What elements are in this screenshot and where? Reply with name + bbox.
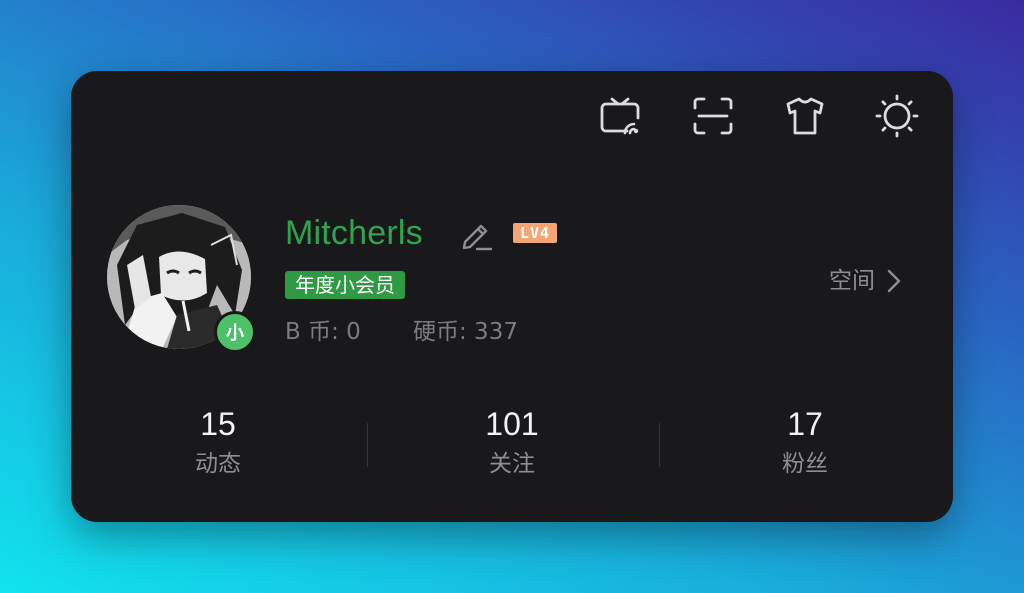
stat-followers[interactable]: 17 粉丝 bbox=[715, 403, 895, 479]
coin-balance: 硬币: 337 bbox=[413, 319, 518, 345]
avatar-container: 小 bbox=[107, 205, 256, 353]
stat-divider bbox=[367, 423, 368, 467]
stat-value: 101 bbox=[485, 406, 539, 442]
space-link[interactable]: 空间 bbox=[829, 263, 907, 299]
user-profile-card: 小 Mitcherls LV4 年度小会员 B 币: 0 硬币: 337 空间 … bbox=[71, 71, 953, 522]
level-badge: LV4 bbox=[513, 223, 557, 243]
stat-following[interactable]: 101 关注 bbox=[422, 403, 602, 479]
tv-cast-icon[interactable] bbox=[597, 93, 643, 139]
scan-icon[interactable] bbox=[690, 93, 736, 139]
b-coin-balance: B 币: 0 bbox=[285, 319, 361, 345]
space-link-label: 空间 bbox=[829, 268, 875, 294]
tshirt-icon[interactable] bbox=[782, 93, 828, 139]
stat-label: 关注 bbox=[489, 451, 535, 477]
stat-dynamics[interactable]: 15 动态 bbox=[128, 403, 308, 479]
chevron-right-icon bbox=[887, 269, 901, 293]
vip-tag: 年度小会员 bbox=[285, 271, 405, 299]
stat-label: 粉丝 bbox=[782, 451, 828, 477]
stat-value: 17 bbox=[787, 406, 823, 442]
vip-small-badge: 小 bbox=[214, 311, 256, 353]
sun-icon[interactable] bbox=[874, 93, 920, 139]
stat-divider bbox=[659, 423, 660, 467]
stat-label: 动态 bbox=[195, 451, 241, 477]
edit-pencil-icon[interactable] bbox=[459, 216, 495, 252]
stat-value: 15 bbox=[200, 406, 236, 442]
username: Mitcherls bbox=[285, 214, 423, 252]
